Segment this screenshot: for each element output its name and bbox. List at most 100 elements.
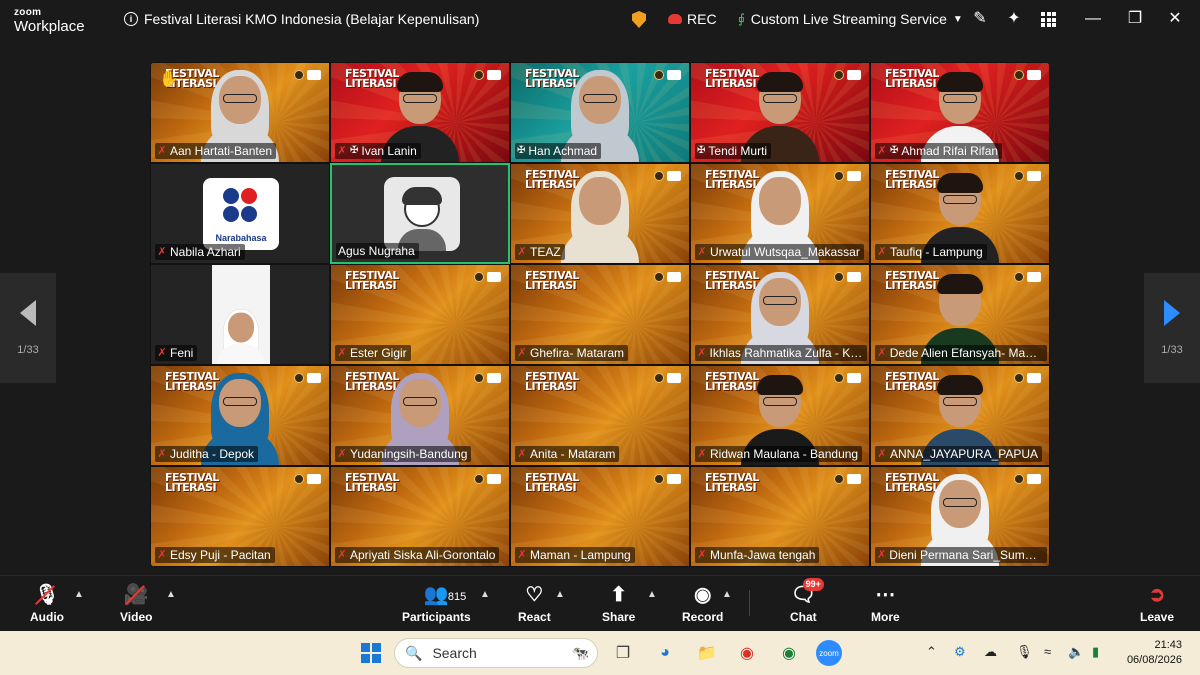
participant-tile[interactable]: FESTIVAL LITERASI ✗ Edsy Puji - Pacitan [150,466,330,567]
recording-indicator[interactable]: REC [668,11,717,27]
meeting-info[interactable]: i Festival Literasi KMO Indonesia (Belaj… [124,11,479,27]
network-sync-icon[interactable]: ⚙ [954,644,966,660]
microphone-muted-icon: ✗ [697,448,707,460]
title-bar: zoom Workplace i Festival Literasi KMO I… [0,0,1200,40]
participant-tile[interactable]: FESTIVAL LITERASI ✗ Ghefira- Mataram [510,264,690,365]
kmo-logo-icon [1027,272,1041,282]
microphone-muted-icon: 🎙 [34,584,60,606]
heart-icon: ♡ [525,584,544,606]
participant-tile[interactable]: FESTIVAL LITERASI ✗ Urwatul Wutsqaa_Makassa… [690,163,870,264]
leave-button[interactable]: ➲ Leave [1140,582,1174,624]
kmo-logo-icon [667,171,681,181]
participant-tile[interactable]: FESTIVAL LITERASI ✗ Ester Gigir [330,264,510,365]
react-button[interactable]: ♡ React [518,582,551,624]
record-label: Record [682,610,724,624]
emblem-icon [294,70,304,80]
previous-page-button[interactable]: 1/33 [0,273,56,383]
participants-options-caret[interactable]: ▲ [480,589,490,600]
sponsor-logos [834,70,861,80]
participant-tile[interactable]: FESTIVAL LITERASI ✗ Juditha - Depok [150,365,330,466]
battery-icon[interactable]: ▮ [1092,644,1099,660]
meeting-title: Festival Literasi KMO Indonesia (Belajar… [144,11,480,27]
participant-tile[interactable]: FESTIVAL LITERASI ✗ Apriyati Siska Ali-Goro… [330,466,510,567]
task-view-icon[interactable]: ❐ [610,640,636,666]
kmo-logo-icon [487,70,501,80]
record-options-caret[interactable]: ▲ [722,589,732,600]
react-options-caret[interactable]: ▲ [555,589,565,600]
participant-tile[interactable]: FESTIVAL LITERASI ✗ Ridwan Maulana - Bandun… [690,365,870,466]
participant-name-label: ✗ Dede Alien Efansyah- Madiun [875,345,1047,361]
participant-tile[interactable]: FESTIVAL LITERASI ✗ Maman - Lampung [510,466,690,567]
annotate-icon[interactable]: ✎ [970,9,990,29]
volume-icon[interactable]: 🔈 [1068,644,1084,660]
record-button[interactable]: ◉ Record [682,582,723,624]
participant-tile[interactable]: FESTIVAL LITERASI ✗ Dieni Permana Sari_Sume… [870,466,1050,567]
participant-tile[interactable]: FESTIVAL LITERASI ✗ ANNA_JAYAPURA_PAPUA [870,365,1050,466]
participant-tile[interactable]: Narabahasa ✗ Nabila Azhari [150,163,330,264]
audio-options-caret[interactable]: ▲ [74,589,84,600]
system-clock[interactable]: 21:43 06/08/2026 [1127,638,1182,668]
participant-tile[interactable]: FESTIVAL LITERASI ✗ Dede Alien Efansyah- Ma… [870,264,1050,365]
participant-name-label: ✗ Maman - Lampung [515,547,635,563]
cloud-record-icon [668,14,682,24]
participant-tile[interactable]: FESTIVAL LITERASI ✠ Han Achmad [510,62,690,163]
kmo-logo-icon [1027,474,1041,484]
live-stream-indicator[interactable]: ⨖ Custom Live Streaming Service ▼ [738,11,963,27]
edge-browser-icon[interactable]: ◕ [652,640,678,666]
chrome-profile-icon[interactable]: ◉ [776,640,802,666]
sponsor-logos [1014,373,1041,383]
participant-tile[interactable]: FESTIVAL LITERASI ✗ TEAZ [510,163,690,264]
file-explorer-icon[interactable]: 📁 [694,640,720,666]
participant-name: Agus Nugraha [338,244,415,258]
pin-icon: ✠ [890,145,899,156]
stream-label: Custom Live Streaming Service [750,11,947,27]
sponsor-logos [654,373,681,383]
participant-tile[interactable]: FESTIVAL LITERASI ✗ Ikhlas Rahmatika Zulfa … [690,264,870,365]
participant-name-label: ✠ Tendi Murti [695,143,772,159]
audio-button[interactable]: 🎙 Audio [30,582,64,624]
participant-tile[interactable]: FESTIVAL LITERASI ✋ ✗ Aan Hartati-Banten [150,62,330,163]
microphone-tray-icon[interactable]: 🎙 [1016,644,1033,660]
participant-tile[interactable]: FESTIVAL LITERASI ✗ Taufiq - Lampung [870,163,1050,264]
share-label: Share [602,610,636,624]
next-page-button[interactable]: 1/33 [1144,273,1200,383]
close-button[interactable]: ✕ [1164,8,1186,30]
chat-button[interactable]: 🗨 99+ Chat [790,578,824,624]
participant-name: Ester Gigir [350,346,407,360]
participant-tile[interactable]: FESTIVAL LITERASI ✗ ✠ Ahmad Rifai Rifan [870,62,1050,163]
participant-tile[interactable]: Agus Nugraha [330,163,510,264]
windows-taskbar: 🔍 Search 🐄 ❐ ◕ 📁 ◉ ◉ zoom ⌃ ⚙ ☁ 🎙 ≈ 🔈 ▮ … [0,631,1200,675]
participant-tile[interactable]: FESTIVAL LITERASI ✗ Munfa-Jawa tengah [690,466,870,567]
microphone-muted-icon: ✗ [337,448,347,460]
maximize-button[interactable]: ❐ [1124,8,1146,30]
participants-button[interactable]: 👥 815 Participants [402,582,471,624]
participant-name-label: ✗ Munfa-Jawa tengah [695,547,820,563]
chrome-icon[interactable]: ◉ [734,640,760,666]
microphone-muted-icon: ✗ [157,448,167,460]
kmo-logo-icon [847,373,861,383]
participant-tile[interactable]: FESTIVAL LITERASI ✠ Tendi Murti [690,62,870,163]
minimize-button[interactable]: — [1082,8,1104,30]
view-grid-icon[interactable] [1038,9,1058,29]
shield-icon[interactable] [632,11,646,28]
sparkle-icon[interactable]: ✦ [1004,9,1024,29]
participant-tile[interactable]: FESTIVAL LITERASI ✗ ✠ Ivan Lanin [330,62,510,163]
participant-tile[interactable]: FESTIVAL LITERASI ✗ Yudaningsih-Bandung [330,365,510,466]
wifi-icon[interactable]: ≈ [1044,644,1051,659]
taskbar-search[interactable]: 🔍 Search 🐄 [394,638,598,668]
participant-tile[interactable]: ✗ Feni [150,264,330,365]
zoom-app-icon[interactable]: zoom [816,640,842,666]
video-options-caret[interactable]: ▲ [166,589,176,600]
kmo-logo-icon [1027,373,1041,383]
share-options-caret[interactable]: ▲ [647,589,657,600]
video-button[interactable]: 🎥 Video [120,582,152,624]
start-button[interactable] [358,640,384,666]
show-hidden-icons[interactable]: ⌃ [926,644,937,660]
share-button[interactable]: ⬆ Share [602,582,635,624]
participant-tile[interactable]: FESTIVAL LITERASI ✗ Anita - Mataram [510,365,690,466]
cloud-icon[interactable]: ☁ [984,644,997,660]
info-icon[interactable]: i [124,12,138,26]
participant-name: ANNA_JAYAPURA_PAPUA [890,447,1039,461]
kmo-logo-icon [847,474,861,484]
more-button[interactable]: ⋯ More [871,582,900,624]
